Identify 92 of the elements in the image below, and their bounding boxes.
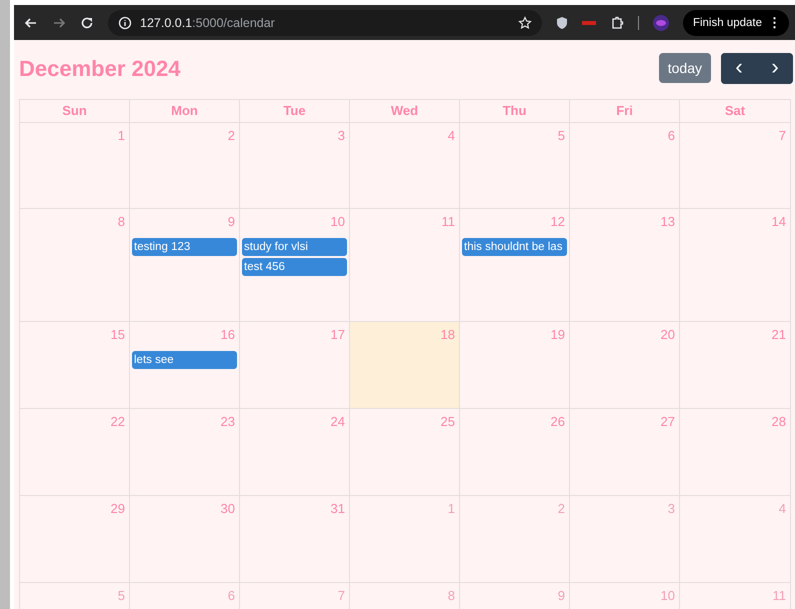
event-chip[interactable]: test 456 <box>242 258 347 276</box>
day-number: 4 <box>778 500 787 518</box>
day-cell[interactable]: 16 lets see <box>130 322 240 409</box>
day-number: 10 <box>660 587 676 605</box>
day-cell[interactable]: 30 <box>130 496 240 583</box>
day-cell[interactable]: 23 <box>130 409 240 496</box>
day-cell[interactable]: 15 <box>20 322 130 409</box>
day-number: 26 <box>550 413 566 431</box>
day-number: 17 <box>330 326 346 344</box>
day-number: 5 <box>556 127 566 145</box>
reload-icon[interactable] <box>80 16 94 30</box>
day-number: 29 <box>110 500 126 518</box>
day-number: 7 <box>778 127 787 145</box>
day-cell[interactable]: 31 <box>240 496 350 583</box>
puzzle-icon[interactable] <box>610 16 624 30</box>
day-cell[interactable]: 3 <box>570 496 680 583</box>
day-number: 31 <box>330 500 346 518</box>
day-number: 20 <box>660 326 676 344</box>
day-cell[interactable]: 19 <box>460 322 570 409</box>
back-icon[interactable] <box>24 16 38 30</box>
day-cell[interactable]: 29 <box>20 496 130 583</box>
day-number: 4 <box>446 127 456 145</box>
day-cell[interactable]: 1 <box>20 123 130 209</box>
day-number: 13 <box>660 213 676 231</box>
day-cell[interactable]: 1 <box>350 496 460 583</box>
day-cell[interactable]: 20 <box>570 322 680 409</box>
day-number: 3 <box>666 500 676 518</box>
day-number: 22 <box>110 413 126 431</box>
day-cell[interactable]: 27 <box>570 409 680 496</box>
day-number: 27 <box>660 413 676 431</box>
event-chip[interactable]: testing 123 <box>132 238 237 256</box>
day-cell[interactable]: 3 <box>240 123 350 209</box>
day-cell[interactable]: 13 <box>570 209 680 322</box>
day-number: 23 <box>220 413 236 431</box>
day-number: 2 <box>226 127 236 145</box>
event-chip[interactable]: this shouldnt be las <box>462 238 567 256</box>
day-cell[interactable]: 6 <box>570 123 680 209</box>
info-icon[interactable] <box>118 16 132 30</box>
event-chip[interactable]: lets see <box>132 351 237 369</box>
day-number: 3 <box>336 127 346 145</box>
day-cell[interactable]: 2 <box>130 123 240 209</box>
day-number: 12 <box>550 213 566 231</box>
day-cell[interactable]: 12 this shouldnt be las <box>460 209 570 322</box>
day-cell[interactable]: 22 <box>20 409 130 496</box>
url-text: 127.0.0.1:5000/calendar <box>140 16 276 30</box>
day-cell[interactable]: 24 <box>240 409 350 496</box>
day-number: 9 <box>226 213 236 231</box>
address-bar[interactable]: 127.0.0.1:5000/calendar <box>108 10 542 36</box>
day-number: 28 <box>770 413 787 431</box>
forward-icon[interactable] <box>52 16 66 30</box>
day-number: 5 <box>116 587 126 605</box>
extension-icon[interactable] <box>582 20 596 26</box>
finish-update-button[interactable]: Finish update ⋮ <box>682 10 789 36</box>
day-number: 11 <box>772 587 787 605</box>
day-cell[interactable]: 9 testing 123 <box>130 209 240 322</box>
day-number: 25 <box>440 413 456 431</box>
day-number: 1 <box>116 127 126 145</box>
event-chip[interactable]: study for vlsi <box>242 238 347 256</box>
profile-avatar-icon[interactable] <box>652 14 669 30</box>
day-number: 30 <box>220 500 236 518</box>
shield-icon[interactable] <box>556 16 568 30</box>
day-number: 9 <box>556 587 566 605</box>
day-number: 19 <box>550 326 566 344</box>
menu-icon[interactable]: ⋮ <box>768 15 781 30</box>
day-number: 10 <box>330 213 346 231</box>
day-number: 6 <box>226 587 236 605</box>
day-number: 8 <box>446 587 456 605</box>
day-cell[interactable]: 26 <box>460 409 570 496</box>
day-cell[interactable]: 18 <box>350 322 460 409</box>
day-number: 8 <box>116 213 126 231</box>
day-number: 18 <box>440 326 456 344</box>
bookmark-star-icon[interactable] <box>518 16 532 30</box>
day-number: 2 <box>556 500 566 518</box>
day-cell[interactable]: 10 study for vlsi test 456 <box>240 209 350 322</box>
day-number: 16 <box>220 326 236 344</box>
day-cell[interactable]: 25 <box>350 409 460 496</box>
day-number: 1 <box>446 500 456 518</box>
day-cell[interactable]: 2 <box>460 496 570 583</box>
day-number: 11 <box>440 213 456 231</box>
day-number: 14 <box>770 213 787 231</box>
today-button[interactable]: today <box>658 53 711 83</box>
day-cell[interactable]: 5 <box>460 123 570 209</box>
day-number: 6 <box>666 127 676 145</box>
day-cell[interactable]: 8 <box>20 209 130 322</box>
month-title: December 2024 <box>19 56 180 82</box>
day-cell[interactable]: 11 <box>350 209 460 322</box>
day-number: 21 <box>770 326 787 344</box>
day-number: 7 <box>336 587 346 605</box>
day-number: 24 <box>330 413 346 431</box>
day-cell[interactable]: 17 <box>240 322 350 409</box>
day-cell[interactable]: 4 <box>350 123 460 209</box>
day-number: 15 <box>110 326 126 344</box>
